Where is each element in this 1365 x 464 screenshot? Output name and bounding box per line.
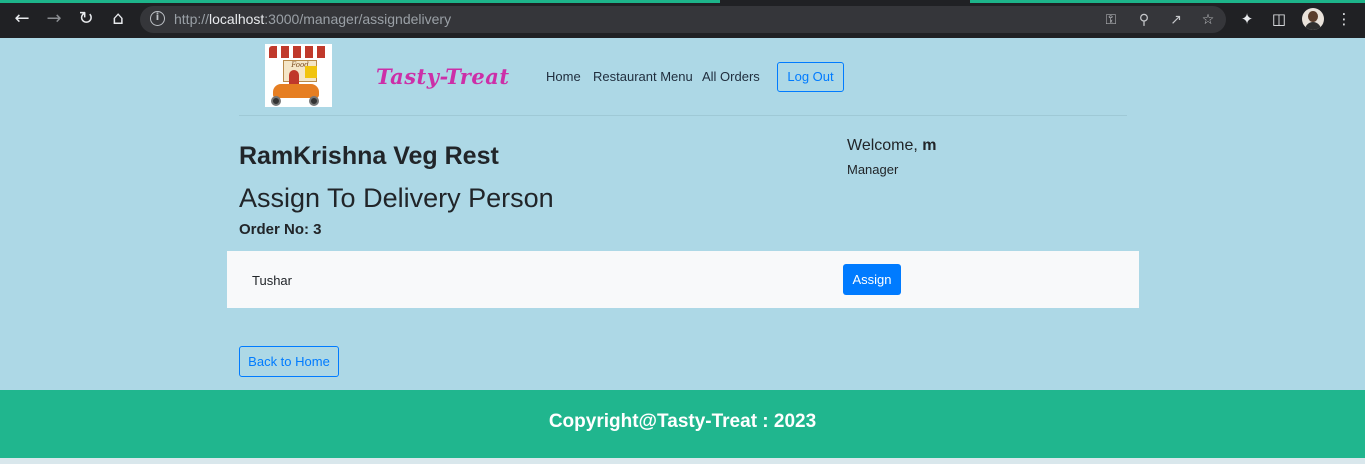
tab-accent — [0, 0, 720, 3]
profile-avatar[interactable] — [1302, 8, 1324, 30]
logo-awning — [269, 46, 328, 58]
footer: Copyright@Tasty-Treat : 2023 — [0, 390, 1365, 458]
welcome-user: m — [922, 137, 937, 154]
avatar-shoulders — [1305, 22, 1321, 30]
footer-copyright: Copyright@Tasty-Treat : 2023 — [548, 411, 817, 432]
order-number: Order No: 3 — [239, 221, 322, 238]
welcome-prefix: Welcome, — [847, 137, 923, 154]
logo-wheel — [309, 96, 319, 106]
sidebar-icon[interactable]: ◫ — [1269, 9, 1289, 29]
back-icon[interactable]: ← — [11, 8, 33, 30]
info-icon[interactable]: i — [150, 11, 165, 26]
bottom-strip — [0, 458, 1365, 464]
url-text[interactable]: http://localhost:3000/manager/assigndeli… — [174, 11, 451, 27]
assign-button[interactable]: Assign — [843, 264, 901, 295]
site-navbar: Food Tasty-Treat Home Restaurant Menu Al… — [239, 38, 1127, 116]
page-title: Assign To Delivery Person — [239, 183, 554, 213]
home-icon[interactable]: ⌂ — [107, 8, 129, 30]
more-icon[interactable]: ⋮ — [1334, 9, 1354, 29]
key-icon[interactable]: ⚿ — [1102, 11, 1120, 29]
browser-toolbar: ← → ↻ ⌂ i http://localhost:3000/manager/… — [0, 0, 1365, 38]
zoom-out-icon[interactable]: ⚲ — [1135, 11, 1153, 29]
restaurant-name: RamKrishna Veg Rest — [239, 142, 499, 170]
reload-icon[interactable]: ↻ — [75, 8, 97, 30]
extensions-icon[interactable]: ✦ — [1237, 9, 1257, 29]
user-role: Manager — [847, 162, 899, 177]
address-bar[interactable]: i http://localhost:3000/manager/assignde… — [140, 6, 1226, 33]
forward-icon[interactable]: → — [43, 8, 65, 30]
logo[interactable]: Food — [265, 44, 332, 107]
avatar-head — [1308, 11, 1318, 22]
logo-wheel — [271, 96, 281, 106]
delivery-person-name: Tushar — [252, 273, 292, 288]
brand-name[interactable]: Tasty-Treat — [376, 64, 510, 89]
tab-accent — [970, 0, 1365, 3]
nav-link-home[interactable]: Home — [546, 69, 581, 84]
delivery-person-row: Tushar Assign — [227, 251, 1139, 308]
welcome-text: Welcome, m — [847, 137, 937, 155]
nav-link-all-orders[interactable]: All Orders — [702, 69, 760, 84]
share-icon[interactable]: ↗ — [1167, 11, 1185, 29]
logo-box — [305, 66, 317, 78]
logout-button[interactable]: Log Out — [777, 62, 844, 92]
nav-link-restaurant-menu[interactable]: Restaurant Menu — [593, 69, 693, 84]
star-icon[interactable]: ☆ — [1199, 11, 1217, 29]
back-to-home-button[interactable]: Back to Home — [239, 346, 339, 377]
